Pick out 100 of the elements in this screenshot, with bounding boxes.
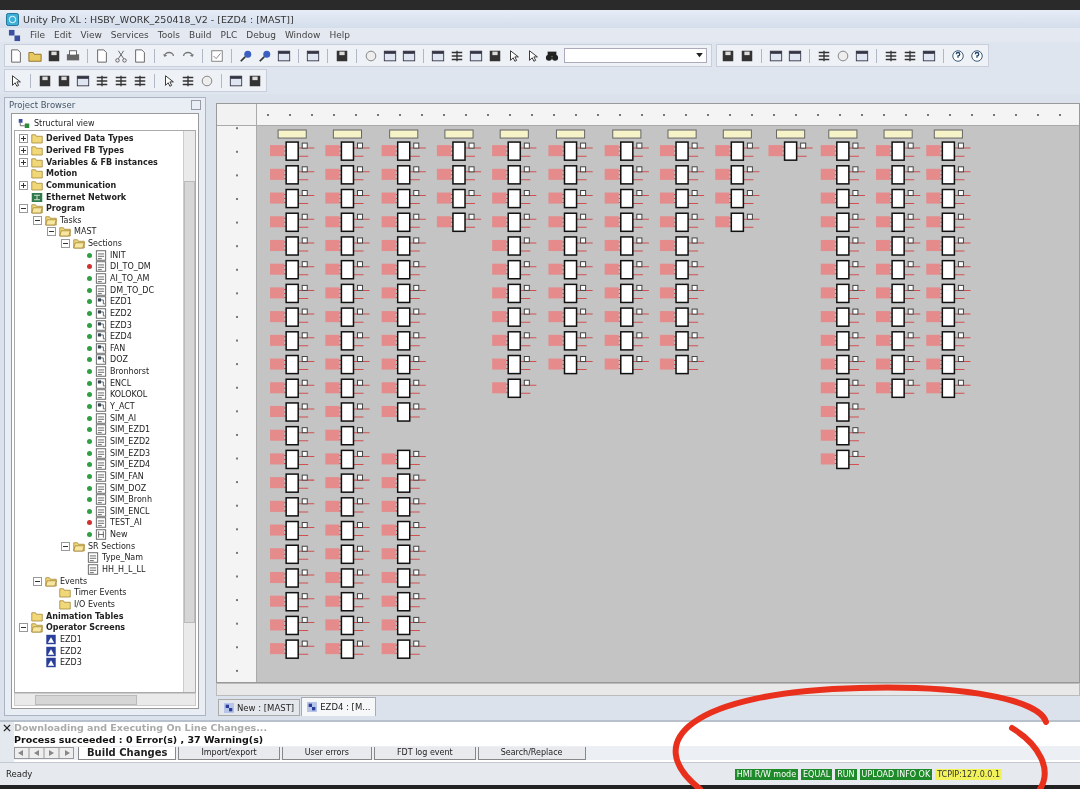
menu-item[interactable]: View [80, 30, 102, 40]
tree-item[interactable]: EZD2 [110, 308, 132, 318]
menu-item[interactable]: Edit [54, 30, 72, 40]
tree-item[interactable]: HH_H_L_LL [102, 565, 146, 574]
collapse-toggle[interactable] [19, 623, 28, 633]
diagram-section-icon [95, 319, 107, 331]
tree-item[interactable]: Variables & FB instances [46, 157, 158, 167]
expand-toggle[interactable] [19, 157, 28, 167]
diagram-icon [307, 702, 318, 712]
menu-item[interactable]: Build [189, 30, 212, 40]
tree-item[interactable]: KOLOKOL [110, 390, 148, 400]
tree-item[interactable]: EZD2 [60, 646, 82, 656]
tree-item[interactable]: SIM_DOZ [110, 483, 147, 493]
tree-item[interactable]: FAN [110, 343, 126, 353]
editor-tab[interactable]: EZD4 : [M... [301, 697, 377, 716]
tree-item[interactable]: SIM_AI [110, 413, 137, 423]
app-icon [6, 12, 19, 26]
tree-item[interactable]: DOZ [110, 355, 128, 365]
tree-item[interactable]: Timer Events [74, 588, 127, 598]
horizontal-scrollbar[interactable] [14, 693, 196, 706]
collapse-toggle[interactable] [61, 541, 70, 551]
tree-item[interactable]: SIM_ENCL [110, 506, 150, 516]
output-tab[interactable]: FDT log event [373, 746, 476, 760]
window-icon[interactable] [469, 48, 483, 63]
tree-item[interactable]: EZD1 [110, 297, 132, 307]
tree-item[interactable]: ENCL [110, 378, 132, 388]
menu-item[interactable]: Help [329, 30, 350, 40]
cut-icon[interactable] [114, 48, 128, 63]
structure-icon [18, 117, 30, 129]
tree-item[interactable]: Animation Tables [46, 611, 124, 621]
tree-item[interactable]: MAST [74, 227, 97, 237]
tree-item[interactable]: SIM_EZD4 [110, 460, 151, 470]
check-icon[interactable] [210, 48, 224, 63]
collapse-toggle[interactable] [19, 204, 28, 214]
tree-item[interactable]: SIM_EZD3 [110, 448, 151, 458]
menu-item[interactable]: Tools [157, 30, 180, 40]
tree-item[interactable]: Derived FB Types [46, 145, 124, 155]
context-help-icon[interactable] [970, 48, 984, 63]
help-icon[interactable] [951, 48, 965, 63]
document-icon [8, 28, 21, 42]
tree-item[interactable]: Tasks [60, 215, 82, 225]
tree-item[interactable]: Bronhorst [110, 367, 150, 377]
tree-item[interactable]: Events [60, 576, 88, 586]
tree-item[interactable]: I/O Events [74, 599, 115, 609]
menu-item[interactable]: PLC [220, 30, 238, 40]
tree-item[interactable]: INIT [110, 250, 126, 260]
tree-item[interactable]: DI_TO_DM [110, 262, 151, 272]
output-tab[interactable]: Import/export [178, 746, 280, 760]
save-icon[interactable] [47, 48, 61, 63]
tree-item[interactable]: New [110, 530, 128, 540]
new-file-icon[interactable] [9, 48, 23, 63]
collapse-toggle[interactable] [47, 227, 56, 237]
tree-item[interactable]: Type_Nam [102, 553, 144, 563]
output-tab[interactable]: Build Changes [78, 746, 177, 760]
menu-item[interactable]: File [30, 30, 46, 40]
tree-item[interactable]: EZD4 [110, 332, 132, 342]
tree-item[interactable]: SIM_EZD2 [110, 436, 151, 446]
text-section-icon [95, 517, 107, 529]
collapse-toggle[interactable] [33, 215, 42, 225]
tree-item[interactable]: Derived Data Types [46, 134, 134, 144]
tree-item[interactable]: Program [46, 204, 85, 214]
tree-item[interactable]: Sections [88, 239, 122, 249]
tree-item[interactable]: EZD3 [110, 320, 132, 330]
tree-item[interactable]: SIM_Bronh [110, 495, 152, 505]
editor-tab[interactable]: New : [MAST] [218, 699, 301, 716]
tree-item[interactable]: Communication [46, 180, 117, 190]
select-pointer-icon[interactable] [9, 73, 23, 88]
tree-item[interactable]: TEST_AI [110, 518, 142, 528]
tree-item[interactable]: Operator Screens [46, 623, 126, 633]
tree-item[interactable]: DM_TO_DC [110, 285, 154, 295]
tree-item[interactable]: SR Sections [88, 541, 136, 551]
output-tab[interactable]: Search/Replace [477, 746, 586, 760]
vertical-scrollbar[interactable] [183, 131, 195, 692]
tree-item[interactable]: Motion [46, 169, 78, 179]
close-icon[interactable] [3, 724, 11, 732]
tab-navigation-icon[interactable] [14, 747, 74, 759]
tree-item[interactable]: Y_ACT [110, 402, 135, 412]
menu-item[interactable]: Window [284, 30, 321, 40]
zoom-in-icon[interactable] [239, 48, 253, 63]
tree-item[interactable]: SIM_FAN [110, 471, 144, 481]
menu-item[interactable]: Services [110, 30, 149, 40]
text-section-icon [95, 412, 107, 424]
expand-toggle[interactable] [19, 134, 28, 144]
collapse-toggle[interactable] [61, 239, 70, 249]
diagram-section-icon [95, 342, 107, 354]
folder-icon [31, 144, 43, 156]
menu-item[interactable]: Debug [246, 30, 276, 40]
window-icon[interactable] [922, 48, 936, 63]
print-icon[interactable] [66, 48, 80, 63]
expand-toggle[interactable] [19, 145, 28, 155]
expand-toggle[interactable] [19, 180, 28, 190]
tree-item[interactable]: EZD3 [60, 658, 82, 668]
tree-item[interactable]: AI_TO_AM [110, 274, 150, 283]
text-section-icon [95, 424, 107, 436]
search-icon[interactable] [258, 48, 272, 63]
output-tab[interactable]: User errors [281, 746, 372, 760]
tree-item[interactable]: EZD1 [60, 634, 82, 644]
tree-item[interactable]: Ethernet Network [46, 192, 127, 202]
collapse-toggle[interactable] [33, 576, 42, 586]
tree-item[interactable]: SIM_EZD1 [110, 425, 151, 435]
